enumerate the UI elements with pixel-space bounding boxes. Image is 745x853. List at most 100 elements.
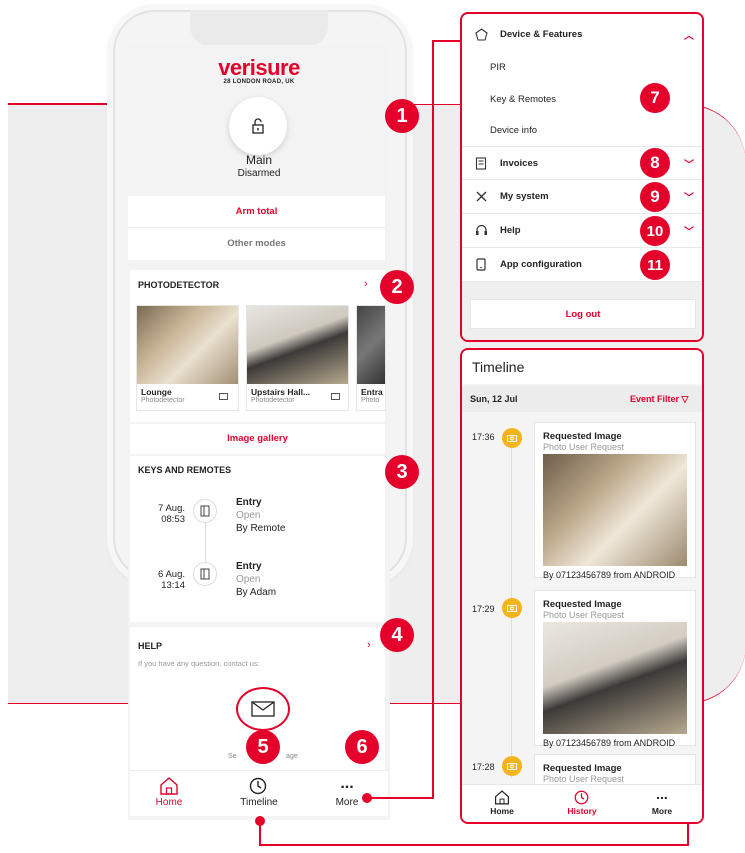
status-state: Disarmed xyxy=(237,168,281,179)
badge-10: 10 xyxy=(640,216,670,246)
photo-image xyxy=(137,306,238,384)
headset-icon xyxy=(470,224,492,237)
arm-total-button[interactable]: Arm total xyxy=(128,196,385,228)
chevron-right-icon[interactable]: › xyxy=(367,639,371,651)
event-photo xyxy=(543,622,687,734)
chevron-down-icon[interactable]: ﹀ xyxy=(684,156,694,171)
event-card-by: By 07123456789 from ANDROID xyxy=(543,738,676,748)
lock-button[interactable] xyxy=(229,97,287,155)
connector-line xyxy=(366,797,434,799)
gallery-icon xyxy=(331,393,340,400)
nav-more[interactable]: More xyxy=(332,797,362,808)
timeline-date: Sun, 12 Jul xyxy=(470,394,518,404)
event-card-subtitle: Photo User Request xyxy=(543,610,625,620)
event-time: 17:29 xyxy=(472,604,495,614)
badge-4: 4 xyxy=(380,618,414,652)
badge-2: 2 xyxy=(380,270,414,304)
door-icon xyxy=(193,562,217,586)
badge-6: 6 xyxy=(345,730,379,764)
event-card-title: Requested Image xyxy=(543,599,622,610)
event-photo xyxy=(543,454,687,566)
nav-home[interactable]: Home xyxy=(482,806,522,816)
photo-name: Entra xyxy=(361,387,383,397)
photo-image xyxy=(247,306,348,384)
photo-thumbnail[interactable]: Entra Photo xyxy=(356,305,386,411)
event-by: By Remote xyxy=(236,523,286,534)
event-time: 17:36 xyxy=(472,432,495,442)
image-gallery-button[interactable]: Image gallery xyxy=(130,424,385,454)
more-dots-icon[interactable]: ... xyxy=(647,786,677,802)
keys-title: KEYS AND REMOTES xyxy=(138,465,232,475)
badge-1: 1 xyxy=(385,99,419,133)
event-state: Open xyxy=(236,510,261,521)
badge-5: 5 xyxy=(246,730,280,764)
event-card-subtitle: Photo User Request xyxy=(543,442,625,452)
timeline-event-card[interactable]: Requested Image Photo User Request By 07… xyxy=(534,422,696,580)
other-modes-button[interactable]: Other modes xyxy=(128,228,385,260)
chevron-right-icon[interactable]: › xyxy=(364,278,368,290)
nav-history[interactable]: History xyxy=(560,806,604,816)
event-time: 17:28 xyxy=(472,762,495,772)
event-card-by: By 07123456789 from ANDROID xyxy=(543,570,676,580)
connector-line xyxy=(432,40,462,42)
event-date: 7 Aug. 08:53 xyxy=(158,503,185,525)
address: 28 LONDON ROAD, UK xyxy=(223,79,295,85)
event-date: 6 Aug. 13:14 xyxy=(158,569,185,591)
event-title: Entry xyxy=(236,561,262,572)
menu-panel: Device & Features ︿ PIR Key & Remotes De… xyxy=(460,12,704,342)
phone-icon xyxy=(470,258,492,271)
event-filter-button[interactable]: Event Filter ▽ xyxy=(630,394,688,405)
unlock-icon xyxy=(252,118,264,134)
help-text: If you have any question, contact us: xyxy=(138,659,260,668)
logout-button[interactable]: Log out xyxy=(470,299,696,329)
photo-type: Photo xyxy=(361,397,380,404)
connector-line xyxy=(259,820,261,846)
phone-notch xyxy=(190,10,328,46)
menu-label: My system xyxy=(500,191,549,202)
camera-icon xyxy=(502,756,522,776)
badge-3: 3 xyxy=(385,455,419,489)
nav-home[interactable]: Home xyxy=(149,797,189,808)
badge-8: 8 xyxy=(640,148,670,178)
event-card-subtitle: Photo User Request xyxy=(543,774,625,784)
chevron-up-icon[interactable]: ︿ xyxy=(684,27,694,42)
device-icon xyxy=(470,27,492,41)
connector-line xyxy=(687,822,689,846)
photodetector-title: PHOTODETECTOR xyxy=(138,280,220,290)
send-label-right: age xyxy=(286,753,298,760)
status-name: Main xyxy=(245,153,272,167)
badge-9: 9 xyxy=(640,182,670,212)
menu-label: App configuration xyxy=(500,259,582,270)
timeline-event-card[interactable]: Requested Image Photo User Request By 07… xyxy=(534,590,696,748)
invoice-icon xyxy=(470,156,492,170)
submenu-key-remotes[interactable]: Key & Remotes xyxy=(490,94,556,105)
door-icon xyxy=(193,499,217,523)
nav-timeline[interactable]: Timeline xyxy=(234,797,284,808)
timeline-title: Timeline xyxy=(472,359,525,375)
menu-label: Device & Features xyxy=(500,28,583,40)
event-filter-label: Event Filter xyxy=(630,394,680,404)
panel-top-line-left xyxy=(8,103,108,104)
menu-device-features[interactable]: Device & Features ︿ xyxy=(462,16,702,52)
mail-icon xyxy=(251,701,275,717)
event-by: By Adam xyxy=(236,587,277,598)
connector-line xyxy=(259,844,689,846)
submenu-device-info[interactable]: Device info xyxy=(490,125,537,136)
submenu-pir[interactable]: PIR xyxy=(490,62,506,73)
event-state: Open xyxy=(236,574,261,585)
more-dots-icon[interactable]: ... xyxy=(332,775,362,793)
mail-button[interactable] xyxy=(236,687,290,731)
help-title: HELP xyxy=(138,641,163,651)
connector-dot xyxy=(362,793,372,803)
photo-image xyxy=(357,306,385,384)
filter-icon: ▽ xyxy=(681,394,689,404)
camera-icon xyxy=(502,428,522,448)
event-title: Entry xyxy=(236,497,262,508)
chevron-down-icon[interactable]: ﹀ xyxy=(684,223,694,238)
timeline-panel: Timeline Sun, 12 Jul Event Filter ▽ 17:3… xyxy=(460,348,704,824)
connector-line xyxy=(432,40,434,799)
event-card-title: Requested Image xyxy=(543,431,622,442)
tools-icon xyxy=(470,190,492,203)
nav-more[interactable]: More xyxy=(647,806,677,816)
chevron-down-icon[interactable]: ﹀ xyxy=(684,189,694,204)
